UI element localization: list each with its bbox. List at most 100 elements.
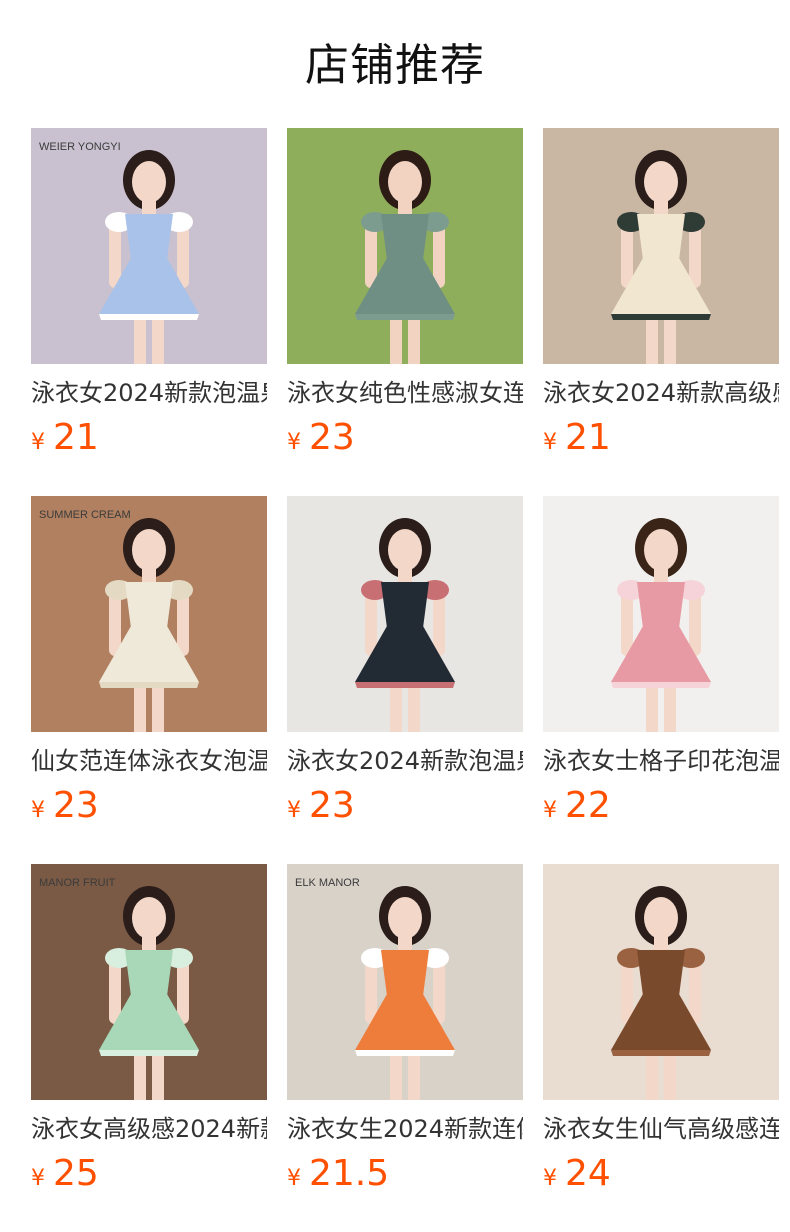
currency-symbol: ¥: [287, 1166, 301, 1191]
product-name[interactable]: 仙女范连体泳衣女泡温泉: [31, 744, 267, 778]
dress-bodice: [637, 582, 685, 628]
photo-overlay-text: SUMMER CREAM: [39, 509, 131, 521]
dress-bodice: [381, 214, 429, 260]
dress-bodice: [381, 582, 429, 628]
product-card[interactable]: WEIER YONGYI 泳衣女2024新款泡温泉 ¥21: [31, 128, 267, 468]
product-price: ¥23: [287, 416, 355, 460]
dress-hem: [99, 314, 199, 320]
product-price: ¥22: [543, 784, 611, 828]
dress-bodice: [381, 950, 429, 996]
product-image-svg: [543, 496, 779, 732]
model-face: [644, 897, 678, 939]
price-amount: 24: [565, 1153, 611, 1194]
product-price: ¥23: [287, 784, 355, 828]
product-price: ¥21: [543, 416, 611, 460]
product-card[interactable]: 泳衣女2024新款泡温泉 ¥23: [287, 496, 523, 836]
product-image[interactable]: [287, 128, 523, 364]
model-neck: [654, 936, 668, 950]
product-card[interactable]: ELK MANOR 泳衣女生2024新款连体 ¥21.5: [287, 864, 523, 1204]
product-name[interactable]: 泳衣女2024新款泡温泉: [31, 376, 267, 410]
product-card[interactable]: SUMMER CREAM 仙女范连体泳衣女泡温泉 ¥23: [31, 496, 267, 836]
dress-hem: [611, 682, 711, 688]
section-title: 店铺推荐: [305, 40, 485, 91]
product-image[interactable]: WEIER YONGYI: [31, 128, 267, 364]
product-image[interactable]: ELK MANOR: [287, 864, 523, 1100]
dress-bodice: [125, 582, 173, 628]
product-name[interactable]: 泳衣女生仙气高级感连体: [543, 1112, 779, 1146]
model-face: [388, 161, 422, 203]
model-face: [132, 529, 166, 571]
photo-overlay-text: MANOR FRUIT: [39, 877, 116, 889]
product-name[interactable]: 泳衣女2024新款泡温泉: [287, 744, 523, 778]
product-price: ¥23: [31, 784, 99, 828]
product-image-svg: [543, 128, 779, 364]
dress-bodice: [125, 214, 173, 260]
price-amount: 21: [565, 417, 611, 458]
currency-symbol: ¥: [31, 1166, 45, 1191]
currency-symbol: ¥: [287, 798, 301, 823]
product-card[interactable]: MANOR FRUIT 泳衣女高级感2024新款 ¥25: [31, 864, 267, 1204]
product-card[interactable]: 泳衣女2024新款高级感 ¥21: [543, 128, 779, 468]
product-name[interactable]: 泳衣女2024新款高级感: [543, 376, 779, 410]
model-face: [644, 161, 678, 203]
product-image[interactable]: [543, 128, 779, 364]
model-face: [388, 897, 422, 939]
product-image[interactable]: [287, 496, 523, 732]
dress-hem: [99, 1050, 199, 1056]
model-neck: [654, 200, 668, 214]
currency-symbol: ¥: [543, 430, 557, 455]
currency-symbol: ¥: [543, 798, 557, 823]
dress-hem: [355, 314, 455, 320]
model-neck: [142, 200, 156, 214]
dress-hem: [355, 1050, 455, 1056]
dress-hem: [611, 314, 711, 320]
model-neck: [654, 568, 668, 582]
product-image[interactable]: MANOR FRUIT: [31, 864, 267, 1100]
currency-symbol: ¥: [287, 430, 301, 455]
product-price: ¥21: [31, 416, 99, 460]
product-card[interactable]: 泳衣女士格子印花泡温泉 ¥22: [543, 496, 779, 836]
product-image-svg: ELK MANOR: [287, 864, 523, 1100]
product-image[interactable]: [543, 864, 779, 1100]
dress-bodice: [637, 214, 685, 260]
price-amount: 23: [53, 785, 99, 826]
currency-symbol: ¥: [31, 798, 45, 823]
model-neck: [398, 568, 412, 582]
currency-symbol: ¥: [31, 430, 45, 455]
product-name[interactable]: 泳衣女高级感2024新款: [31, 1112, 267, 1146]
model-neck: [398, 936, 412, 950]
model-neck: [398, 200, 412, 214]
product-image-svg: SUMMER CREAM: [31, 496, 267, 732]
product-card[interactable]: 泳衣女纯色性感淑女连体 ¥23: [287, 128, 523, 468]
dress-hem: [355, 682, 455, 688]
model-face: [132, 897, 166, 939]
product-name[interactable]: 泳衣女士格子印花泡温泉: [543, 744, 779, 778]
dress-bodice: [125, 950, 173, 996]
product-name[interactable]: 泳衣女纯色性感淑女连体: [287, 376, 523, 410]
model-face: [388, 529, 422, 571]
product-image-svg: [543, 864, 779, 1100]
photo-overlay-text: WEIER YONGYI: [39, 141, 121, 153]
product-card[interactable]: 泳衣女生仙气高级感连体 ¥24: [543, 864, 779, 1204]
product-image-svg: [287, 128, 523, 364]
product-name[interactable]: 泳衣女生2024新款连体: [287, 1112, 523, 1146]
price-amount: 22: [565, 785, 611, 826]
model-neck: [142, 568, 156, 582]
product-image-svg: WEIER YONGYI: [31, 128, 267, 364]
photo-overlay-text: ELK MANOR: [295, 877, 360, 889]
product-image[interactable]: SUMMER CREAM: [31, 496, 267, 732]
model-face: [132, 161, 166, 203]
model-neck: [142, 936, 156, 950]
model-face: [644, 529, 678, 571]
dress-bodice: [637, 950, 685, 996]
product-image-svg: MANOR FRUIT: [31, 864, 267, 1100]
price-amount: 23: [309, 785, 355, 826]
dress-hem: [611, 1050, 711, 1056]
dress-hem: [99, 682, 199, 688]
product-price: ¥24: [543, 1152, 611, 1196]
product-image[interactable]: [543, 496, 779, 732]
price-amount: 21: [53, 417, 99, 458]
product-price: ¥21.5: [287, 1152, 389, 1196]
price-amount: 25: [53, 1153, 99, 1194]
product-price: ¥25: [31, 1152, 99, 1196]
